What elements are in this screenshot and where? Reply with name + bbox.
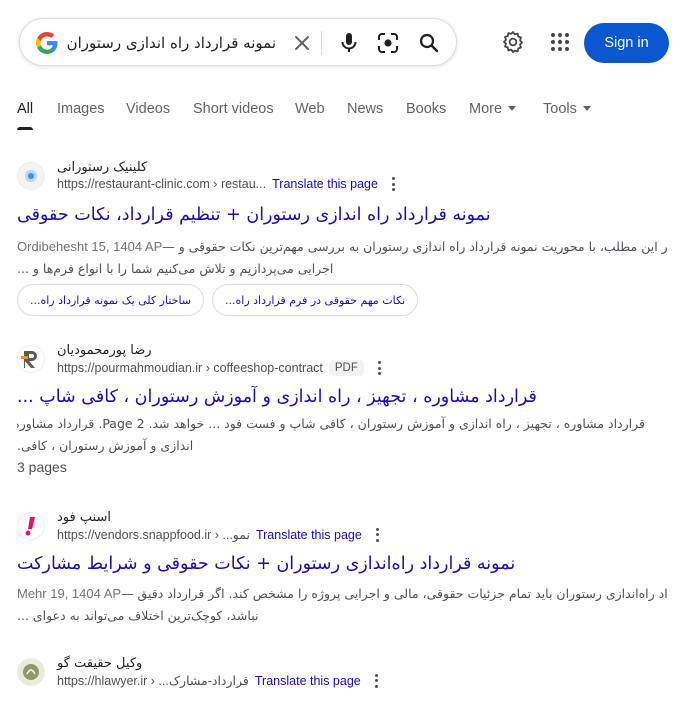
result-url-line: https://restaurant-clinic.com › restau..… <box>57 177 396 191</box>
result-snippet: Mehr 19, 1404 AP یک نمونه قرارداد راه‌ان… <box>17 583 667 627</box>
result-title-link[interactable]: قرارداد مشاوره ، تجهیز ، راه اندازی و آم… <box>17 384 537 410</box>
sitelink-chip[interactable]: ساختار کلی یک نمونه قرارداد راه... <box>17 284 205 316</box>
pdf-badge: PDF <box>328 360 364 376</box>
pourmahmoudian-favicon-icon <box>17 345 45 373</box>
result-source[interactable]: وکیل حقیقت گو https://hlawyer.ir › ...قر… <box>17 656 667 692</box>
search-result: وکیل حقیقت گو https://hlawyer.ir › ...قر… <box>17 656 667 692</box>
snippet-line: اجرایی می‌پردازیم و تلاش می‌کنیم شما را … <box>17 261 334 276</box>
tab-books[interactable]: Books <box>406 99 446 119</box>
page-count: 3 pages <box>17 459 67 475</box>
site-name: رضا پورمحمودیان <box>57 343 152 358</box>
result-date: Mehr 19, 1404 AP <box>17 586 122 601</box>
tab-all[interactable]: All <box>17 99 33 119</box>
apps-grid-icon[interactable] <box>547 29 573 55</box>
result-url-line: https://vendors.snappfood.ir › ...نمو Tr… <box>57 527 380 542</box>
tab-more[interactable]: More <box>469 99 517 119</box>
chevron-down-icon <box>508 105 517 111</box>
result-source[interactable]: رضا پورمحمودیان https://pourmahmoudian.i… <box>17 343 667 379</box>
tab-web[interactable]: Web <box>295 99 325 119</box>
more-options-icon[interactable] <box>376 527 380 542</box>
translate-link[interactable]: Translate this page <box>255 674 361 688</box>
snappfood-favicon-icon <box>17 512 45 540</box>
tab-short-videos[interactable]: Short videos <box>193 99 274 119</box>
tab-news[interactable]: News <box>347 99 383 119</box>
site-url: https://restaurant-clinic.com › restau..… <box>57 177 267 191</box>
tab-videos[interactable]: Videos <box>126 99 170 119</box>
gear-icon[interactable] <box>500 29 526 55</box>
result-source[interactable]: کلینیک رستورانی https://restaurant-clini… <box>17 160 667 196</box>
snippet-line: اندازی و آموزش رستوران ، کافی. <box>17 438 194 453</box>
mic-icon[interactable] <box>336 30 362 56</box>
snippet-line: در این مطلب، با محوریت نمونه قرارداد راه… <box>162 239 667 254</box>
search-separator <box>321 31 322 55</box>
result-url-line: https://pourmahmoudian.ir › coffeeshop-c… <box>57 360 382 376</box>
result-title-link[interactable]: نمونه قرارداد راه‌اندازی رستوران + نکات … <box>17 551 515 577</box>
active-tab-indicator <box>17 127 33 130</box>
tab-tools[interactable]: Tools <box>543 99 591 119</box>
chevron-down-icon <box>582 105 591 111</box>
tab-images[interactable]: Images <box>57 99 105 119</box>
close-icon[interactable] <box>289 30 315 56</box>
site-name: کلینیک رستورانی <box>57 160 148 175</box>
site-url: https://pourmahmoudian.ir › coffeeshop-c… <box>57 361 323 375</box>
more-options-icon[interactable] <box>375 673 379 688</box>
search-box[interactable] <box>19 18 457 66</box>
result-url-line: https://hlawyer.ir › ...قرارداد-مشارک Tr… <box>57 673 379 688</box>
snippet-line: یک نمونه قرارداد راه‌اندازی رستوران باید… <box>121 586 667 601</box>
result-snippet: قرارداد مشاوره ، تجهیز ، راه اندازی و آم… <box>17 413 667 457</box>
site-name: اسنپ فود <box>57 510 112 525</box>
sign-in-button[interactable]: Sign in <box>584 23 669 63</box>
result-title-link[interactable]: نمونه قرارداد راه اندازی رستوران + تنظیم… <box>17 202 491 228</box>
search-result: اسنپ فود https://vendors.snappfood.ir › … <box>17 510 667 627</box>
site-url: https://vendors.snappfood.ir › ...نمو <box>57 528 250 542</box>
header: Sign in <box>0 0 681 90</box>
translate-link[interactable]: Translate this page <box>256 528 362 542</box>
tab-more-label: More <box>469 101 503 117</box>
tab-tools-label: Tools <box>543 101 577 117</box>
snippet-line: نباشد، کوچک‌ترین اختلاف می‌تواند به دعوا… <box>17 608 259 623</box>
google-logo-icon <box>36 32 58 54</box>
sitelink-chips: ساختار کلی یک نمونه قرارداد راه... نکات … <box>17 284 667 316</box>
result-snippet: Ordibehesht 15, 1404 AP در این مطلب، با … <box>17 236 667 280</box>
search-icon[interactable] <box>416 30 442 56</box>
camera-lens-icon[interactable] <box>375 30 401 56</box>
more-options-icon[interactable] <box>378 361 382 375</box>
search-tabs: All Images Videos Short videos Web News … <box>0 99 681 131</box>
snippet-line: قرارداد مشاوره ، تجهیز ، راه اندازی و آم… <box>17 416 645 431</box>
translate-link[interactable]: Translate this page <box>272 177 378 191</box>
search-input[interactable] <box>66 32 276 54</box>
result-date: Ordibehesht 15, 1404 AP <box>17 239 163 254</box>
restaurant-clinic-favicon-icon <box>17 162 45 190</box>
hlawyer-favicon-icon <box>17 658 45 686</box>
search-result: کلینیک رستورانی https://restaurant-clini… <box>17 160 667 316</box>
search-result: رضا پورمحمودیان https://pourmahmoudian.i… <box>17 343 667 475</box>
site-url: https://hlawyer.ir › ...قرارداد-مشارک <box>57 674 249 688</box>
more-options-icon[interactable] <box>392 177 396 191</box>
site-name: وکیل حقیقت گو <box>57 656 143 671</box>
result-source[interactable]: اسنپ فود https://vendors.snappfood.ir › … <box>17 510 667 546</box>
sitelink-chip[interactable]: نکات مهم حقوقی در فرم قرارداد راه... <box>212 284 419 316</box>
